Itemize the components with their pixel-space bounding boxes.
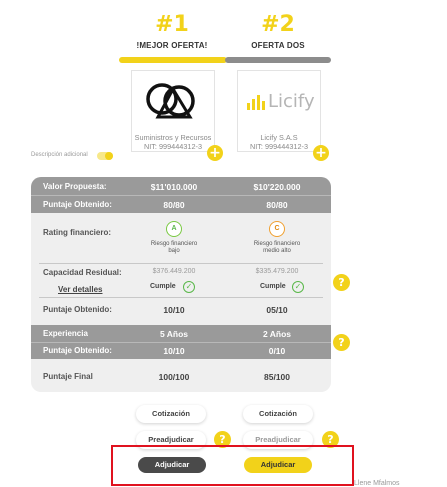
award-button-1[interactable]: Adjudicar bbox=[138, 457, 206, 473]
check-icon: ✓ bbox=[292, 281, 304, 293]
capacity-offer-1: $376.449.200 bbox=[152, 268, 196, 275]
help-icon-experience[interactable]: ? bbox=[333, 334, 350, 351]
rating-desc-1a: Riesgo financiero bbox=[150, 241, 198, 247]
rank-number-1: #1 bbox=[155, 12, 189, 37]
capacity-offer-2: $335.479.200 bbox=[255, 268, 299, 275]
divider bbox=[31, 342, 331, 343]
quotation-button-2[interactable]: Cotización bbox=[243, 405, 313, 423]
experience-offer-2: 2 Años bbox=[262, 329, 292, 339]
score-experience-2: 0/10 bbox=[268, 346, 286, 356]
score-label-price: Puntaje Obtenido: bbox=[43, 200, 112, 209]
add-icon-1[interactable]: + bbox=[207, 145, 223, 161]
help-icon-capacity[interactable]: ? bbox=[333, 274, 350, 291]
toggle-label: Descripción adicional bbox=[31, 152, 88, 158]
licify-logo-icon: Licify bbox=[246, 91, 316, 113]
score-price-2: 80/80 bbox=[266, 200, 288, 210]
experience-label: Experiencia bbox=[43, 329, 88, 338]
price-offer-2: $10'220.000 bbox=[253, 182, 301, 192]
score-experience-1: 10/10 bbox=[163, 346, 185, 356]
company-name-1: Suministros y Recursos bbox=[134, 133, 212, 142]
score-label-capacity: Puntaje Obtenido: bbox=[43, 305, 112, 314]
rank-title-1: !MEJOR OFERTA! bbox=[136, 41, 208, 50]
score-capacity-2: 05/10 bbox=[266, 305, 288, 315]
score-price-1: 80/80 bbox=[163, 200, 185, 210]
rating-desc-2a: Riesgo financiero bbox=[253, 241, 301, 247]
rings-logo-icon bbox=[146, 83, 195, 119]
rating-desc-2b: medio alto bbox=[263, 248, 291, 254]
award-button-2[interactable]: Adjudicar bbox=[244, 457, 312, 473]
rank-bar-2 bbox=[225, 57, 331, 63]
check-icon: ✓ bbox=[183, 281, 195, 293]
status-offer-2: Cumple bbox=[260, 283, 286, 290]
rating-badge-1: A bbox=[166, 221, 182, 237]
final-score-1: 100/100 bbox=[158, 372, 190, 382]
capacity-label: Capacidad Residual: bbox=[43, 268, 122, 277]
licify-logo-text: Licify bbox=[268, 91, 315, 112]
final-score-label: Puntaje Final bbox=[43, 372, 93, 381]
details-link[interactable]: Ver detalles bbox=[58, 285, 102, 294]
experience-offer-1: 5 Años bbox=[159, 329, 189, 339]
divider bbox=[39, 263, 323, 264]
divider bbox=[31, 195, 331, 196]
divider bbox=[39, 297, 323, 298]
rating-label: Rating financiero: bbox=[43, 228, 112, 237]
rating-desc-1b: bajo bbox=[168, 248, 180, 254]
price-offer-1: $11'010.000 bbox=[150, 182, 198, 192]
comparison-table: Valor Propuesta: $11'010.000 $10'220.000… bbox=[31, 177, 331, 392]
cutoff-text: Llene Mfalmos bbox=[354, 480, 400, 487]
score-capacity-1: 10/10 bbox=[163, 305, 185, 315]
description-toggle[interactable] bbox=[97, 152, 113, 160]
rating-badge-2: C bbox=[269, 221, 285, 237]
toggle-knob bbox=[105, 152, 113, 160]
score-label-experience: Puntaje Obtenido: bbox=[43, 346, 112, 355]
final-score-2: 85/100 bbox=[264, 372, 290, 382]
price-label: Valor Propuesta: bbox=[43, 182, 107, 191]
rank-bar-1 bbox=[119, 57, 227, 63]
status-offer-1: Cumple bbox=[150, 283, 176, 290]
rank-title-2: OFERTA DOS bbox=[251, 41, 305, 50]
company-name-2: Licify S.A.S bbox=[260, 133, 298, 142]
add-icon-2[interactable]: + bbox=[313, 145, 329, 161]
quotation-button-1[interactable]: Cotización bbox=[136, 405, 206, 423]
rank-number-2: #2 bbox=[261, 12, 295, 37]
